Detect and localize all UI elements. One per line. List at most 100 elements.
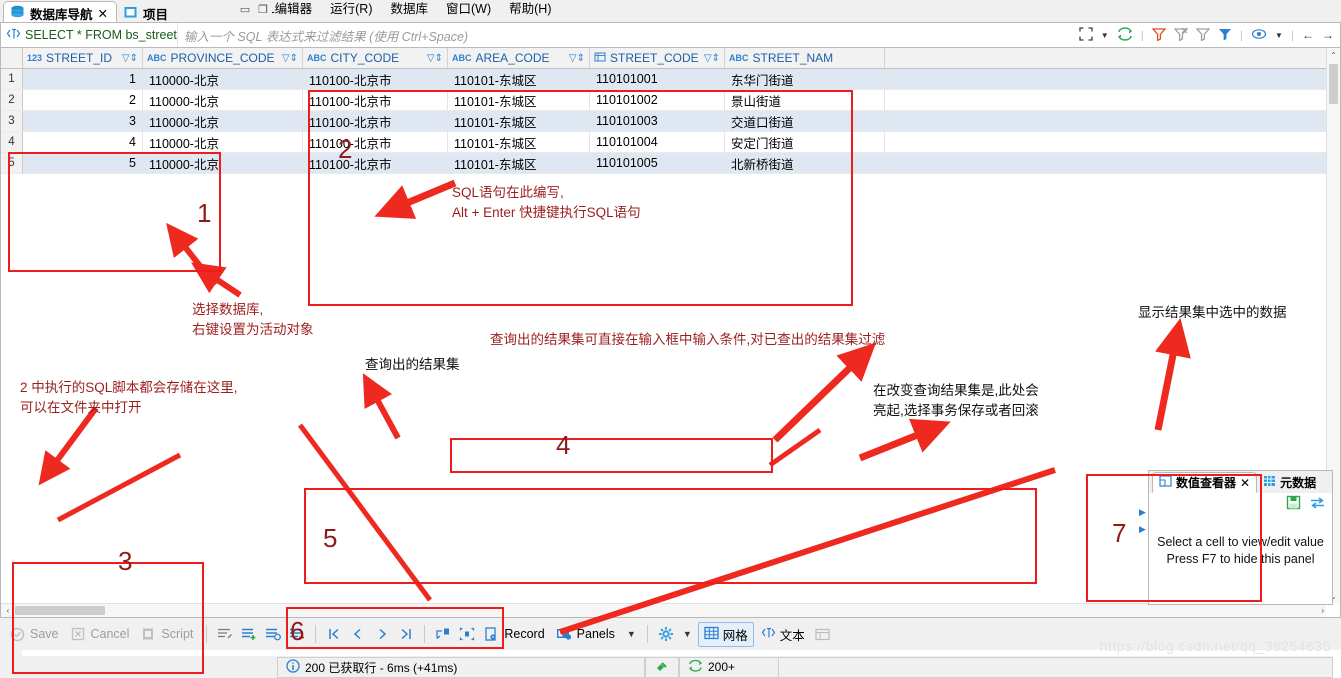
duplicate-row-icon[interactable] [262, 622, 284, 646]
table-row[interactable]: 2 2 110000-北京 110100-北京市 110101-东城区 1101… [1, 90, 1340, 111]
minimize-icon[interactable]: ▭ [240, 3, 250, 16]
tab-value-viewer[interactable]: 数值查看器 ✕ [1152, 472, 1258, 493]
custom-filter-icon[interactable] [1218, 27, 1232, 44]
cell-street-code[interactable]: 110101002 [590, 90, 725, 110]
grid-horizontal-scrollbar[interactable]: ‹ › [1, 603, 1326, 617]
cell-area-code[interactable]: 110101-东城区 [448, 132, 590, 152]
last-row-icon[interactable] [395, 622, 417, 646]
results-filter-input[interactable]: 输入一个 SQL 表达式来过滤结果 (使用 Ctrl+Space) [176, 23, 1073, 47]
cell-province-code[interactable]: 110000-北京 [143, 153, 303, 173]
cell-street-id[interactable]: 2 [23, 90, 143, 110]
close-icon[interactable]: ✕ [98, 6, 108, 21]
cell-street-name[interactable]: 景山街道 [725, 90, 885, 110]
cell-city-code[interactable]: 110100-北京市 [303, 153, 448, 173]
cell-street-name[interactable]: 交道口街道 [725, 111, 885, 131]
panels-caret-icon[interactable]: ▼ [623, 629, 640, 639]
column-header-province-code[interactable]: ABC PROVINCE_CODE ▽⇕ [143, 48, 303, 68]
row-number[interactable]: 2 [1, 90, 23, 110]
column-header-street-code[interactable]: STREET_CODE ▽⇕ [590, 48, 725, 68]
edit-row-icon[interactable] [214, 622, 236, 646]
cell-province-code[interactable]: 110000-北京 [143, 132, 303, 152]
result-settings-caret-icon[interactable]: ▼ [679, 629, 696, 639]
value-panel-nav-arrows[interactable]: ▶ ▶ [1139, 507, 1146, 535]
menu-item-window[interactable]: 窗口(W) [437, 0, 500, 19]
view-options-caret-icon[interactable]: ▼ [1275, 31, 1283, 40]
row-number[interactable]: 5 [1, 153, 23, 173]
value-panel-next-icon[interactable]: ▶ [1139, 524, 1146, 535]
cell-city-code[interactable]: 110100-北京市 [303, 111, 448, 131]
view-options-icon[interactable] [1251, 27, 1267, 44]
cell-street-id[interactable]: 3 [23, 111, 143, 131]
row-number[interactable]: 3 [1, 111, 23, 131]
prev-result-icon[interactable]: ← [1302, 28, 1314, 42]
menu-item-run[interactable]: 运行(R) [321, 0, 381, 19]
apply-filter-icon[interactable] [1151, 27, 1167, 44]
column-header-street-id[interactable]: 123 STREET_ID ▽⇕ [23, 48, 143, 68]
cell-street-id[interactable]: 1 [23, 69, 143, 89]
cell-area-code[interactable]: 110101-东城区 [448, 69, 590, 89]
close-icon[interactable]: ✕ [1240, 476, 1250, 490]
table-row[interactable]: 4 4 110000-北京 110100-北京市 110101-东城区 1101… [1, 132, 1340, 153]
cell-area-code[interactable]: 110101-东城区 [448, 111, 590, 131]
cell-city-code[interactable]: 110100-北京市 [303, 69, 448, 89]
panels-icon[interactable] [553, 622, 575, 646]
scroll-left-icon[interactable]: ‹ [1, 606, 15, 615]
cell-street-name[interactable]: 安定门街道 [725, 132, 885, 152]
grid-corner-cell[interactable] [1, 48, 23, 68]
cell-street-name[interactable]: 北新桥街道 [725, 153, 885, 173]
cell-area-code[interactable]: 110101-东城区 [448, 153, 590, 173]
scroll-right-icon[interactable]: › [1321, 606, 1324, 615]
cell-street-id[interactable]: 4 [23, 132, 143, 152]
maximize-icon[interactable]: ❐ [258, 3, 268, 16]
table-row[interactable]: 3 3 110000-北京 110100-北京市 110101-东城区 1101… [1, 111, 1340, 132]
column-filter-sort-icon[interactable]: ▽⇕ [122, 53, 138, 64]
record-button-label[interactable]: Record [504, 627, 550, 641]
table-row[interactable]: 5 5 110000-北京 110100-北京市 110101-东城区 1101… [1, 153, 1340, 174]
filter-history-caret-icon[interactable]: ▼ [1101, 31, 1109, 40]
grid-view-button[interactable]: 网格 [697, 621, 754, 647]
cell-area-code[interactable]: 110101-东城区 [448, 90, 590, 110]
column-header-street-name[interactable]: ABC STREET_NAM [725, 48, 885, 68]
menu-item-database[interactable]: 数据库 [381, 0, 437, 19]
delete-row-icon[interactable] [286, 622, 308, 646]
cell-street-name[interactable]: 东华门街道 [725, 69, 885, 89]
grid-scroll-thumb-h[interactable] [15, 606, 105, 615]
cell-street-id[interactable]: 5 [23, 153, 143, 173]
fetch-next-page-icon[interactable] [432, 622, 454, 646]
cell-street-code[interactable]: 110101004 [590, 132, 725, 152]
row-number[interactable]: 4 [1, 132, 23, 152]
grid-scroll-thumb-v[interactable] [1329, 64, 1338, 104]
refresh-results-icon[interactable] [1117, 26, 1133, 44]
value-panel-link-icon[interactable] [1309, 496, 1326, 512]
save-value-icon[interactable] [1286, 495, 1301, 513]
previous-row-icon[interactable] [347, 622, 369, 646]
maximize-results-icon[interactable] [1079, 26, 1093, 44]
next-result-icon[interactable]: → [1322, 28, 1334, 42]
status-connection-indicator[interactable] [645, 656, 679, 678]
record-mode-icon[interactable] [480, 622, 502, 646]
first-row-icon[interactable] [323, 622, 345, 646]
column-header-city-code[interactable]: ABC CITY_CODE ▽⇕ [303, 48, 448, 68]
column-filter-sort-icon[interactable]: ▽⇕ [704, 53, 720, 64]
remove-filter-icon[interactable] [1173, 27, 1189, 44]
tab-metadata[interactable]: 元数据 [1257, 472, 1322, 493]
column-filter-sort-icon[interactable]: ▽⇕ [282, 53, 298, 64]
panels-button-label[interactable]: Panels [577, 627, 621, 641]
cell-street-code[interactable]: 110101001 [590, 69, 725, 89]
results-query-text[interactable]: SELECT * FROM bs_street [1, 27, 177, 43]
text-view-button[interactable]: 文本 [756, 623, 810, 646]
value-panel-prev-icon[interactable]: ▶ [1139, 507, 1146, 518]
cell-city-code[interactable]: 110100-北京市 [303, 132, 448, 152]
column-header-area-code[interactable]: ABC AREA_CODE ▽⇕ [448, 48, 590, 68]
next-row-icon[interactable] [371, 622, 393, 646]
cell-province-code[interactable]: 110000-北京 [143, 111, 303, 131]
scroll-up-icon[interactable]: ⌃ [1327, 48, 1340, 62]
column-filter-sort-icon[interactable]: ▽⇕ [569, 53, 585, 64]
add-row-icon[interactable] [238, 622, 260, 646]
cell-street-code[interactable]: 110101003 [590, 111, 725, 131]
cell-city-code[interactable]: 110100-北京市 [303, 90, 448, 110]
cell-province-code[interactable]: 110000-北京 [143, 90, 303, 110]
cell-province-code[interactable]: 110000-北京 [143, 69, 303, 89]
cell-street-code[interactable]: 110101005 [590, 153, 725, 173]
save-filter-icon[interactable] [1195, 27, 1211, 44]
